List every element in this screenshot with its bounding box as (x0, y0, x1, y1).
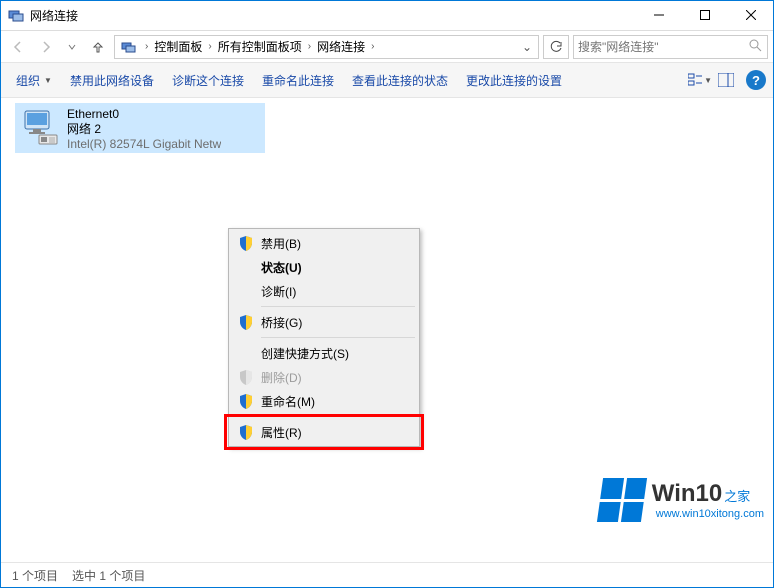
adapter-status: 网络 2 (67, 122, 221, 137)
menu-label: 重命名(M) (257, 393, 411, 410)
view-mode-button[interactable]: ▼ (688, 68, 712, 92)
status-bar: 1 个项目 选中 1 个项目 (0, 562, 774, 588)
history-dropdown[interactable] (62, 35, 82, 59)
chevron-right-icon: › (308, 41, 311, 52)
diagnose-button[interactable]: 诊断这个连接 (164, 68, 252, 93)
up-button[interactable] (86, 35, 110, 59)
chevron-right-icon: › (208, 41, 211, 52)
adapter-name: Ethernet0 (67, 107, 221, 122)
minimize-button[interactable] (636, 0, 682, 30)
menu-diagnose[interactable]: 诊断(I) (231, 279, 417, 303)
windows-logo-icon (597, 478, 647, 522)
breadcrumb-item[interactable]: 所有控制面板项 (216, 38, 304, 55)
context-menu: 禁用(B) 状态(U) 诊断(I) 桥接(G) 创建快捷方式(S) 删除(D) … (228, 228, 420, 447)
menu-separator (261, 337, 415, 338)
menu-separator (261, 306, 415, 307)
shield-icon (235, 424, 257, 440)
menu-label: 桥接(G) (257, 314, 411, 331)
change-settings-button[interactable]: 更改此连接的设置 (458, 68, 570, 93)
search-icon[interactable] (747, 39, 763, 55)
menu-label: 创建快捷方式(S) (257, 345, 411, 362)
menu-label: 属性(R) (257, 424, 411, 441)
rename-button[interactable]: 重命名此连接 (254, 68, 342, 93)
organize-menu[interactable]: 组织▼ (8, 68, 60, 93)
app-icon (8, 7, 24, 23)
back-button[interactable] (6, 35, 30, 59)
shield-icon (235, 314, 257, 330)
menu-label: 诊断(I) (257, 283, 411, 300)
watermark-brand: Win10 (652, 480, 722, 508)
watermark-sub: 之家 (724, 486, 750, 505)
menu-status[interactable]: 状态(U) (231, 255, 417, 279)
chevron-down-icon[interactable]: ⌄ (518, 40, 536, 54)
preview-pane-button[interactable] (714, 68, 738, 92)
help-button[interactable]: ? (746, 70, 766, 90)
menu-properties[interactable]: 属性(R) (231, 420, 417, 444)
breadcrumb[interactable]: › 控制面板 › 所有控制面板项 › 网络连接 › ⌄ (114, 35, 539, 59)
refresh-button[interactable] (543, 35, 569, 59)
menu-label: 删除(D) (257, 369, 411, 386)
menu-rename[interactable]: 重命名(M) (231, 389, 417, 413)
shield-icon (235, 235, 257, 251)
menu-separator (261, 416, 415, 417)
watermark-url: www.win10xitong.com (656, 508, 764, 520)
maximize-button[interactable] (682, 0, 728, 30)
menu-delete: 删除(D) (231, 365, 417, 389)
chevron-right-icon: › (145, 41, 148, 52)
menu-disable[interactable]: 禁用(B) (231, 231, 417, 255)
menu-create-shortcut[interactable]: 创建快捷方式(S) (231, 341, 417, 365)
shield-icon (235, 393, 257, 409)
search-input[interactable] (578, 40, 747, 54)
selected-count: 选中 1 个项目 (72, 567, 145, 584)
search-box[interactable] (573, 35, 768, 59)
location-icon (121, 39, 137, 55)
adapter-device: Intel(R) 82574L Gigabit Netw (67, 137, 221, 152)
menu-label: 状态(U) (257, 259, 411, 276)
address-bar: › 控制面板 › 所有控制面板项 › 网络连接 › ⌄ (0, 30, 774, 62)
chevron-right-icon: › (371, 41, 374, 52)
menu-bridge[interactable]: 桥接(G) (231, 310, 417, 334)
adapter-icon (21, 107, 61, 147)
item-count: 1 个项目 (12, 567, 58, 584)
close-button[interactable] (728, 0, 774, 30)
toolbar: 组织▼ 禁用此网络设备 诊断这个连接 重命名此连接 查看此连接的状态 更改此连接… (0, 62, 774, 98)
network-adapter-tile[interactable]: Ethernet0 网络 2 Intel(R) 82574L Gigabit N… (15, 103, 265, 153)
view-status-button[interactable]: 查看此连接的状态 (344, 68, 456, 93)
watermark: Win10 之家 www.win10xitong.com (600, 478, 764, 522)
menu-label: 禁用(B) (257, 235, 411, 252)
title-bar: 网络连接 (0, 0, 774, 30)
breadcrumb-item[interactable]: 控制面板 (152, 38, 204, 55)
breadcrumb-item[interactable]: 网络连接 (315, 38, 367, 55)
shield-icon (235, 369, 257, 385)
forward-button[interactable] (34, 35, 58, 59)
window-title: 网络连接 (30, 7, 636, 24)
disable-device-button[interactable]: 禁用此网络设备 (62, 68, 162, 93)
content-area: Ethernet0 网络 2 Intel(R) 82574L Gigabit N… (0, 98, 774, 558)
